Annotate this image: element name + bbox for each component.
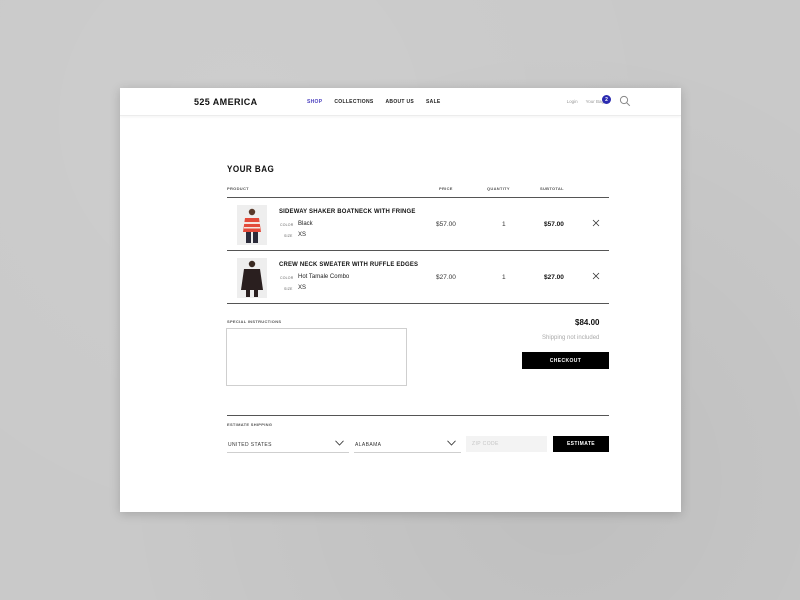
special-instructions-input[interactable] [226,328,407,386]
item-quantity[interactable]: 1 [502,274,506,281]
product-name[interactable]: SIDEWAY SHAKER BOATNECK WITH FRINGE [279,208,416,215]
item-subtotal: $57.00 [544,221,564,228]
country-value: UNITED STATES [228,442,272,448]
zip-code-input[interactable] [466,436,547,452]
col-head-price: PRICE [439,186,453,191]
estimate-button[interactable]: ESTIMATE [553,436,609,452]
special-instructions-label: SPECIAL INSTRUCTIONS [227,319,282,324]
item-quantity[interactable]: 1 [502,221,506,228]
chevron-down-icon [447,440,456,446]
browser-window: 525 AMERICA SHOP COLLECTIONS ABOUT US SA… [120,88,681,512]
table-bottom-rule [227,303,609,304]
estimate-shipping-rule [227,415,609,416]
col-head-product: PRODUCT [227,186,249,191]
nav-collections[interactable]: COLLECTIONS [334,99,373,105]
item-price: $27.00 [436,274,456,281]
size-label: SIZE [284,234,293,238]
estimate-shipping-label: ESTIMATE SHIPPING [227,422,273,427]
product-thumbnail[interactable] [237,258,267,298]
cart-total: $84.00 [575,318,600,327]
color-label: COLOR [280,276,294,280]
site-header: 525 AMERICA SHOP COLLECTIONS ABOUT US SA… [120,88,681,116]
header-utility: Login Your Bag 2 [567,95,611,104]
cart-row: CREW NECK SWEATER WITH RUFFLE EDGES COLO… [227,251,609,303]
color-value: Black [298,221,313,227]
checkout-button[interactable]: CHECKOUT [522,352,609,369]
shipping-note: Shipping not included [542,335,600,341]
nav-shop[interactable]: SHOP [307,99,322,105]
search-icon[interactable] [619,95,631,107]
col-head-subtotal: SUBTOTAL [540,186,564,191]
site-logo[interactable]: 525 AMERICA [194,97,258,107]
product-thumbnail[interactable] [237,205,267,245]
size-value: XS [298,232,307,238]
page-title: YOUR BAG [227,164,275,174]
main-nav: SHOP COLLECTIONS ABOUT US SALE [307,99,441,105]
nav-sale[interactable]: SALE [426,99,441,105]
product-name[interactable]: CREW NECK SWEATER WITH RUFFLE EDGES [279,261,418,268]
size-label: SIZE [284,287,293,291]
state-select[interactable]: ALABAMA [354,436,461,453]
item-subtotal: $27.00 [544,274,564,281]
item-price: $57.00 [436,221,456,228]
chevron-down-icon [335,440,344,446]
country-select[interactable]: UNITED STATES [227,436,349,453]
size-value: XS [298,285,307,291]
close-icon[interactable] [591,271,601,281]
col-head-quantity: QUANTITY [487,186,510,191]
nav-about-us[interactable]: ABOUT US [386,99,415,105]
color-value: Hot Tamale Combo [298,274,350,280]
cart-row: SIDEWAY SHAKER BOATNECK WITH FRINGE COLO… [227,198,609,250]
bag-count-badge: 2 [602,95,611,104]
close-icon[interactable] [591,218,601,228]
bag-link[interactable]: Your Bag 2 [586,95,611,104]
login-link[interactable]: Login [567,99,578,104]
color-label: COLOR [280,223,294,227]
state-value: ALABAMA [355,442,382,448]
